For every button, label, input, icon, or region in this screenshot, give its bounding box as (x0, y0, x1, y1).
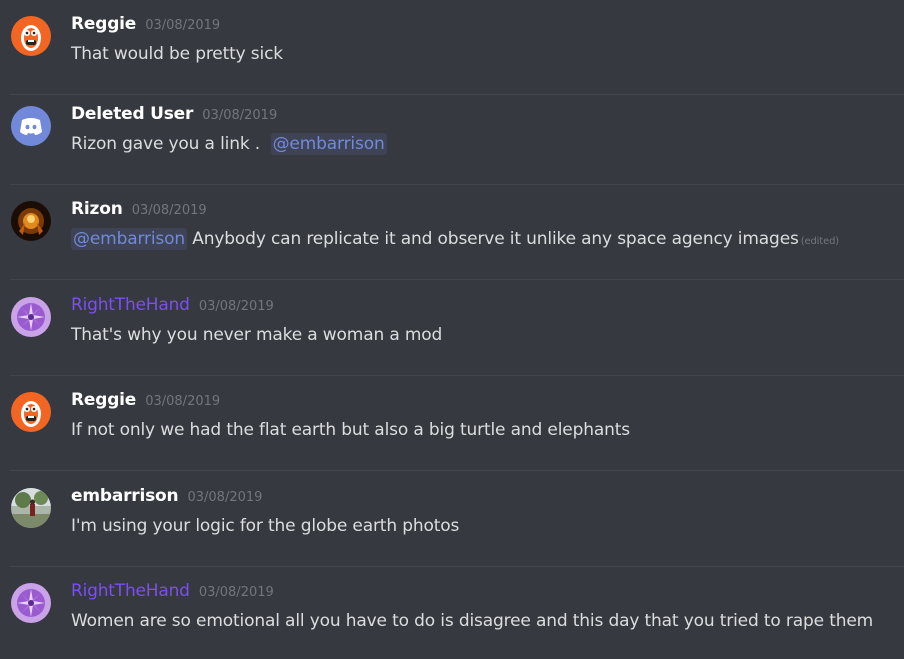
message-author[interactable]: Rizon (71, 199, 123, 219)
message-timestamp: 03/08/2019 (145, 18, 221, 33)
message-author[interactable]: RightTheHand (71, 295, 190, 315)
message-author[interactable]: Deleted User (71, 104, 193, 124)
rizon-avatar[interactable] (11, 201, 51, 241)
message-timestamp: 03/08/2019 (198, 299, 274, 314)
reggie-avatar[interactable] (11, 16, 51, 56)
message-content: Women are so emotional all you have to d… (71, 611, 873, 631)
message-timestamp: 03/08/2019 (198, 585, 274, 600)
user-mention[interactable]: @embarrison (71, 228, 188, 250)
message-item: RightTheHand 03/08/2019 Women are so emo… (0, 567, 904, 659)
message-item: embarrison 03/08/2019 I'm using your log… (0, 472, 904, 567)
message-content: I'm using your logic for the globe earth… (71, 516, 459, 536)
user-mention[interactable]: @embarrison (270, 133, 387, 155)
message-timestamp: 03/08/2019 (145, 394, 221, 409)
message-content: Rizon gave you a link . @embarrison (71, 133, 387, 155)
message-author[interactable]: embarrison (71, 486, 179, 506)
message-author[interactable]: Reggie (71, 14, 136, 34)
message-divider (10, 470, 904, 471)
message-item: Deleted User 03/08/2019 Rizon gave you a… (0, 90, 904, 185)
message-text: That would be pretty sick (71, 44, 283, 64)
message-timestamp: 03/08/2019 (202, 108, 278, 123)
chat-messages: Reggie 03/08/2019 That would be pretty s… (0, 0, 904, 659)
message-author[interactable]: RightTheHand (71, 581, 190, 601)
reggie-avatar[interactable] (11, 392, 51, 432)
message-content: That would be pretty sick (71, 44, 283, 64)
message-text: Anybody can replicate it and observe it … (187, 229, 799, 249)
message-text: Rizon gave you a link . (71, 134, 271, 154)
message-item: Rizon 03/08/2019 @embarrison Anybody can… (0, 185, 904, 280)
embarrison-avatar[interactable] (11, 488, 51, 528)
message-item: RightTheHand 03/08/2019 That's why you n… (0, 281, 904, 376)
message-content: @embarrison Anybody can replicate it and… (71, 228, 840, 250)
message-timestamp: 03/08/2019 (131, 203, 207, 218)
edited-label: (edited) (800, 236, 840, 247)
message-text: Women are so emotional all you have to d… (71, 611, 874, 631)
purple-flower-avatar[interactable] (11, 583, 51, 623)
message-timestamp: 03/08/2019 (187, 490, 263, 505)
message-item: Reggie 03/08/2019 If not only we had the… (0, 376, 904, 471)
message-content: If not only we had the flat earth but al… (71, 420, 630, 440)
discord-logo-avatar[interactable] (11, 106, 51, 146)
message-text: I'm using your logic for the globe earth… (71, 516, 460, 536)
message-content: That's why you never make a woman a mod (71, 325, 442, 345)
message-author[interactable]: Reggie (71, 390, 136, 410)
message-text: That's why you never make a woman a mod (71, 325, 443, 345)
message-text: If not only we had the flat earth but al… (71, 420, 630, 440)
message-item: Reggie 03/08/2019 That would be pretty s… (0, 0, 904, 95)
purple-flower-avatar[interactable] (11, 297, 51, 337)
message-divider (10, 279, 904, 280)
